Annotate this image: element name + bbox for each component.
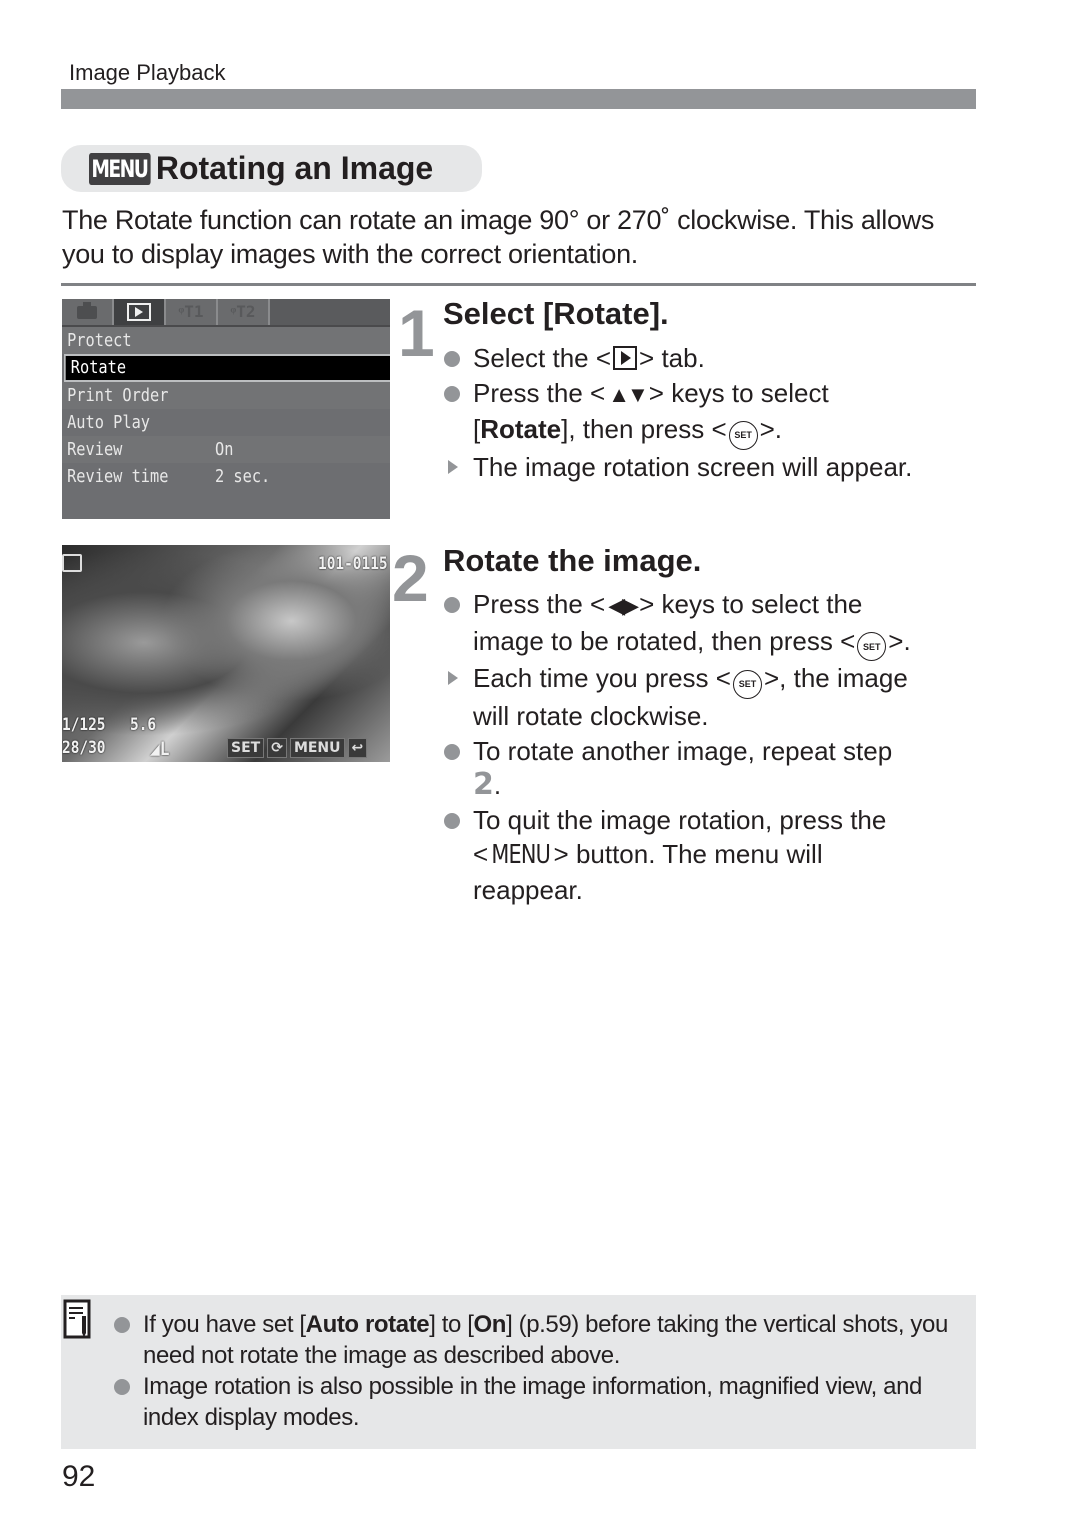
memo-pencil-icon [63, 1299, 91, 1339]
menu-item-protect: Protect [62, 327, 390, 354]
camera-rotate-screen: 101-0115 1/125 5.6 28/30 ◢L SET ⟳ MENU ↩ [62, 545, 390, 762]
menu-item-review-time: Review time 2 sec. [62, 463, 390, 490]
shutter-speed: 1/125 [62, 715, 106, 735]
menu-item-print-order: Print Order [62, 382, 390, 409]
tab-playback [114, 299, 166, 325]
tab-shooting [62, 299, 114, 325]
camera-menu-list: Protect Rotate Print Order Auto Play Rev… [62, 327, 390, 490]
header-bar [61, 89, 976, 109]
menu-item-rotate: Rotate [64, 354, 390, 382]
set-osd-label: SET [227, 738, 265, 758]
bullet-icon [114, 1379, 130, 1395]
step-reference: 2 [473, 767, 494, 802]
bullet-item: To rotate another image, repeat step 2. [443, 734, 983, 803]
bullet-icon [444, 812, 460, 829]
menu-icon: MENU [89, 152, 151, 185]
note-content: If you have set [Auto rotate] to [On] (p… [111, 1309, 971, 1433]
set-button-icon: SET [732, 670, 762, 699]
step-number: 1 [398, 296, 435, 370]
camera-icon [77, 301, 97, 319]
bullet-icon [444, 743, 460, 760]
result-arrow-icon [448, 459, 458, 474]
menu-item-value: On [215, 439, 234, 460]
rotate-osd-icon: ⟳ [267, 738, 287, 758]
bullet-item: Select the < > tab. [443, 341, 983, 376]
bullet-item: To quit the image rotation, press the < M… [443, 803, 983, 908]
page-title: Rotating an Image [155, 150, 434, 186]
rotate-icon [62, 554, 82, 572]
bullet-icon [114, 1317, 130, 1333]
aperture: 5.6 [130, 715, 157, 735]
menu-item-value: 2 sec. [215, 466, 271, 487]
bullet-icon [444, 597, 460, 613]
step-1-instructions: Select the < > tab. Press the < ▲▼ > keys t… [443, 341, 983, 484]
page-number: 92 [62, 1460, 96, 1493]
set-button-icon: SET [857, 632, 887, 662]
camera-menu-screen: ᵠT1 ᵠT2 Protect Rotate Print Order Auto … [62, 299, 390, 519]
tab-setup-2: ᵠT2 [218, 299, 270, 325]
step-title: Rotate the image. [443, 543, 702, 578]
result-arrow-icon [448, 671, 458, 686]
menu-osd-label: MENU [289, 738, 345, 758]
intro-paragraph: The Rotate function can rotate an image … [62, 205, 935, 269]
bullet-icon [444, 351, 460, 367]
result-item: Each time you press < SET >, the image wil… [443, 661, 983, 733]
playback-icon [127, 303, 151, 321]
playback-tab-icon [613, 346, 638, 370]
note-box: If you have set [Auto rotate] to [On] (p… [61, 1295, 976, 1449]
up-down-keys-icon: ▲▼ [608, 381, 649, 407]
left-right-keys-icon: ◀▶ [608, 593, 639, 618]
step-number: 2 [392, 541, 429, 615]
bullet-item: Press the < ◀▶ > keys to select the image … [443, 587, 983, 662]
tab-setup-1: ᵠT1 [166, 299, 218, 325]
file-number: 101-0115 [318, 554, 388, 574]
step-2-instructions: Press the < ◀▶ > keys to select the image … [443, 587, 983, 907]
osd-button-bar: SET ⟳ MENU ↩ [227, 738, 368, 758]
menu-item-review: Review On [62, 436, 390, 463]
bullet-item: Press the < ▲▼ > keys to select [Rotate], … [443, 376, 983, 450]
menu-button-icon: MENU [491, 840, 551, 870]
section-title: MENU Rotating an Image [61, 145, 482, 192]
step-title: Select [Rotate]. [443, 296, 669, 331]
return-icon: ↩ [347, 738, 368, 758]
note-item: Image rotation is also possible in the i… [111, 1371, 971, 1433]
divider [61, 283, 976, 286]
section-label: Image Playback [69, 60, 226, 85]
note-item: If you have set [Auto rotate] to [On] (p… [111, 1309, 971, 1371]
bullet-icon [444, 385, 460, 402]
camera-menu-tabs: ᵠT1 ᵠT2 [62, 299, 390, 327]
image-counter: 28/30 [62, 738, 106, 758]
menu-item-auto-play: Auto Play [67, 412, 151, 433]
set-button-icon: SET [728, 420, 758, 450]
result-item: The image rotation screen will appear. [443, 450, 983, 485]
quality-indicator: ◢L [150, 738, 170, 760]
